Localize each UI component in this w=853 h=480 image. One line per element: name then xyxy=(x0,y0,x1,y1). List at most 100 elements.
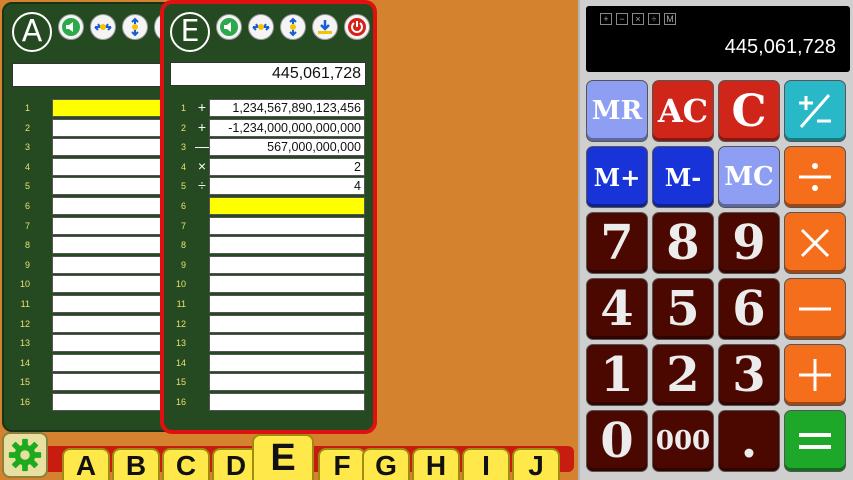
tape-row[interactable]: 11 xyxy=(164,294,373,314)
tape-row[interactable]: 7 xyxy=(164,216,373,236)
settings-button[interactable] xyxy=(2,432,48,478)
tape-row[interactable]: 15 xyxy=(4,372,184,392)
tab-i[interactable]: I xyxy=(462,448,510,480)
row-value[interactable] xyxy=(209,353,365,372)
memory-clear-button[interactable]: MC xyxy=(718,146,780,208)
row-value[interactable] xyxy=(209,236,365,255)
row-number: 1 xyxy=(180,103,186,113)
speaker-icon[interactable] xyxy=(216,14,242,40)
tab-e[interactable]: E xyxy=(252,434,314,480)
digit-3-button[interactable]: 3 xyxy=(718,344,780,406)
indicator-multiply: × xyxy=(632,13,644,25)
row-value[interactable] xyxy=(209,216,365,235)
tape-row[interactable]: 12 xyxy=(164,314,373,334)
tape-row[interactable]: 5 ÷ 4 xyxy=(164,176,373,196)
tape-e-letter[interactable]: E xyxy=(170,12,210,52)
collapse-icon[interactable] xyxy=(90,14,116,40)
tab-h[interactable]: H xyxy=(412,448,460,480)
row-value[interactable] xyxy=(209,392,365,411)
digit-5-button[interactable]: 5 xyxy=(652,278,714,340)
digit-0-button[interactable]: 0 xyxy=(586,410,648,472)
digit-1-button[interactable]: 1 xyxy=(586,344,648,406)
tape-row[interactable]: 3 xyxy=(4,137,184,157)
digit-8-button[interactable]: 8 xyxy=(652,212,714,274)
tape-row[interactable]: 2 xyxy=(4,118,184,138)
row-value[interactable]: 1,234,567,890,123,456 xyxy=(209,99,365,117)
tab-b[interactable]: B xyxy=(112,448,160,480)
row-number: 16 xyxy=(19,396,30,407)
download-icon[interactable] xyxy=(312,14,338,40)
digit-7-button[interactable]: 7 xyxy=(586,212,648,274)
tape-row[interactable]: 7 xyxy=(4,216,184,236)
tape-row[interactable]: 15 xyxy=(164,372,373,392)
tape-row[interactable]: 5 xyxy=(4,176,184,196)
row-value[interactable] xyxy=(209,334,365,353)
tape-row[interactable]: 3 —567,000,000,000 xyxy=(164,137,373,157)
tab-f[interactable]: F xyxy=(318,448,366,480)
tape-row[interactable]: 16 xyxy=(4,392,184,412)
digit-2-button[interactable]: 2 xyxy=(652,344,714,406)
divide-button[interactable] xyxy=(784,146,846,208)
tape-row[interactable]: 1 xyxy=(4,98,184,118)
multiply-button[interactable] xyxy=(784,212,846,274)
tape-row[interactable]: 6 xyxy=(164,196,373,216)
tape-row[interactable]: 4 × 2 xyxy=(164,157,373,177)
tape-row[interactable]: 14 xyxy=(4,353,184,373)
memory-recall-button[interactable]: MR xyxy=(586,80,648,142)
clear-button[interactable]: C xyxy=(718,80,780,142)
tape-row[interactable]: 2 + -1,234,000,000,000,000 xyxy=(164,118,373,138)
row-value[interactable] xyxy=(209,255,365,274)
power-icon[interactable] xyxy=(344,14,370,40)
subtract-button[interactable] xyxy=(784,278,846,340)
tape-row[interactable]: 13 xyxy=(4,333,184,353)
tab-j[interactable]: J xyxy=(512,448,560,480)
digit-9-button[interactable]: 9 xyxy=(718,212,780,274)
tape-row[interactable]: 8 xyxy=(164,235,373,255)
expand-icon[interactable] xyxy=(280,14,306,40)
tab-a[interactable]: A xyxy=(62,448,110,480)
tape-row[interactable]: 11 xyxy=(4,294,184,314)
tape-row[interactable]: 9 xyxy=(4,255,184,275)
tape-row[interactable]: 1 +1,234,567,890,123,456 xyxy=(164,98,373,118)
row-value[interactable] xyxy=(209,294,365,313)
tape-a-total xyxy=(12,63,184,87)
equals-button[interactable] xyxy=(784,410,846,472)
digit-6-button[interactable]: 6 xyxy=(718,278,780,340)
collapse-icon[interactable] xyxy=(248,14,274,40)
expand-icon[interactable] xyxy=(122,14,148,40)
memory-subtract-button[interactable]: M- xyxy=(652,146,714,208)
tape-row[interactable]: 9 xyxy=(164,255,373,275)
decimal-button[interactable]: . xyxy=(718,410,780,472)
tape-row[interactable]: 12 xyxy=(4,314,184,334)
row-number: 2 xyxy=(180,122,186,133)
row-value[interactable] xyxy=(209,196,365,215)
tape-row[interactable]: 4 xyxy=(4,157,184,177)
all-clear-button[interactable]: AC xyxy=(652,80,714,142)
tape-a[interactable]: A 1 2 3 4 5 6 7 8 9 10 11 12 13 14 15 16 xyxy=(2,2,184,432)
tape-e[interactable]: E 445,061,728 1 +1,234,567,890,123,456 2 + -… xyxy=(160,0,377,434)
tape-row[interactable]: 14 xyxy=(164,353,373,373)
tape-row[interactable]: 8 xyxy=(4,235,184,255)
tape-row[interactable]: 10 xyxy=(4,274,184,294)
speaker-icon[interactable] xyxy=(58,14,84,40)
row-value[interactable] xyxy=(209,314,365,333)
tape-row[interactable]: 10 xyxy=(164,274,373,294)
row-number: 3 xyxy=(180,142,186,153)
tab-g[interactable]: G xyxy=(362,448,410,480)
row-value[interactable]: 567,000,000,000 xyxy=(209,138,365,157)
tape-row[interactable]: 16 xyxy=(164,392,373,412)
add-button[interactable] xyxy=(784,344,846,406)
memory-add-button[interactable]: M+ xyxy=(586,146,648,208)
row-value[interactable]: 2 xyxy=(209,157,365,176)
row-value[interactable]: 4 xyxy=(209,177,365,196)
row-value[interactable] xyxy=(209,275,365,294)
tape-a-letter[interactable]: A xyxy=(12,12,52,52)
tab-c[interactable]: C xyxy=(162,448,210,480)
row-value[interactable] xyxy=(209,373,365,392)
digit-4-button[interactable]: 4 xyxy=(586,278,648,340)
tape-row[interactable]: 6 xyxy=(4,196,184,216)
row-value[interactable]: -1,234,000,000,000,000 xyxy=(209,118,365,137)
triple-zero-button[interactable]: 000 xyxy=(652,410,714,472)
tape-row[interactable]: 13 xyxy=(164,333,373,353)
plus-minus-button[interactable] xyxy=(784,80,846,142)
